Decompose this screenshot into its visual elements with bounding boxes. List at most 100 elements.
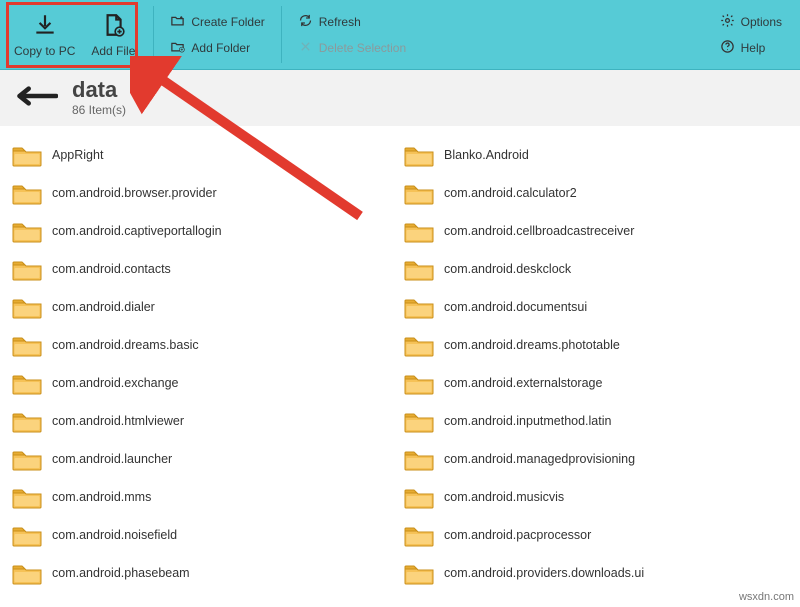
folder-label: com.android.deskclock bbox=[444, 262, 571, 276]
add-folder-label: Add Folder bbox=[191, 41, 250, 55]
folder-item[interactable]: AppRight bbox=[8, 136, 400, 174]
folder-label: com.android.providers.downloads.ui bbox=[444, 566, 644, 580]
refresh-button[interactable]: Refresh bbox=[292, 9, 412, 35]
folder-item[interactable]: Blanko.Android bbox=[400, 136, 792, 174]
header-text: data 86 Item(s) bbox=[72, 79, 126, 117]
folder-label: com.android.exchange bbox=[52, 376, 178, 390]
folder-icon bbox=[404, 523, 434, 547]
help-button[interactable]: Help bbox=[714, 35, 788, 61]
folder-item[interactable]: com.android.dreams.phototable bbox=[400, 326, 792, 364]
folder-item[interactable]: com.android.exchange bbox=[8, 364, 400, 402]
folder-icon bbox=[12, 447, 42, 471]
folder-item[interactable]: com.android.inputmethod.latin bbox=[400, 402, 792, 440]
folder-item[interactable]: com.android.calculator2 bbox=[400, 174, 792, 212]
folder-add-icon bbox=[170, 39, 185, 57]
folder-label: com.android.dialer bbox=[52, 300, 155, 314]
folder-item[interactable]: com.android.browser.provider bbox=[8, 174, 400, 212]
watermark: wsxdn.com bbox=[739, 591, 794, 603]
folder-item[interactable]: com.android.captiveportallogin bbox=[8, 212, 400, 250]
refresh-label: Refresh bbox=[319, 15, 361, 29]
folder-label: com.android.htmlviewer bbox=[52, 414, 184, 428]
create-folder-button[interactable]: Create Folder bbox=[164, 9, 270, 35]
refresh-icon bbox=[298, 13, 313, 31]
folder-icon bbox=[404, 143, 434, 167]
toolbar-group-main: Copy to PC Add File bbox=[0, 0, 149, 69]
location-header: data 86 Item(s) bbox=[0, 70, 800, 126]
folder-label: com.android.captiveportallogin bbox=[52, 224, 222, 238]
folder-label: com.android.documentsui bbox=[444, 300, 587, 314]
folder-item[interactable]: com.android.externalstorage bbox=[400, 364, 792, 402]
folder-item[interactable]: com.android.launcher bbox=[8, 440, 400, 478]
folder-icon bbox=[12, 181, 42, 205]
folder-icon bbox=[404, 409, 434, 433]
folder-item[interactable]: com.android.dialer bbox=[8, 288, 400, 326]
back-button[interactable] bbox=[14, 84, 58, 113]
folder-label: com.android.inputmethod.latin bbox=[444, 414, 611, 428]
folder-item[interactable]: com.android.htmlviewer bbox=[8, 402, 400, 440]
folder-icon bbox=[12, 295, 42, 319]
toolbar: Copy to PC Add File Create Folder bbox=[0, 0, 800, 70]
folder-icon bbox=[12, 409, 42, 433]
folder-new-icon bbox=[170, 13, 185, 31]
page-title: data bbox=[72, 79, 126, 101]
folder-label: com.android.dreams.basic bbox=[52, 338, 199, 352]
folder-label: com.android.mms bbox=[52, 490, 151, 504]
folder-icon bbox=[12, 143, 42, 167]
toolbar-separator bbox=[153, 6, 154, 63]
folder-icon bbox=[12, 485, 42, 509]
folder-item[interactable]: com.android.noisefield bbox=[8, 516, 400, 554]
folder-label: com.android.noisefield bbox=[52, 528, 177, 542]
folder-label: com.android.calculator2 bbox=[444, 186, 577, 200]
file-grid: AppRightcom.android.browser.providercom.… bbox=[0, 126, 800, 602]
copy-to-pc-button[interactable]: Copy to PC bbox=[6, 0, 83, 69]
folder-icon bbox=[12, 333, 42, 357]
copy-to-pc-label: Copy to PC bbox=[14, 44, 75, 58]
folder-label: com.android.pacprocessor bbox=[444, 528, 591, 542]
folder-item[interactable]: com.android.contacts bbox=[8, 250, 400, 288]
folder-item[interactable]: com.android.managedprovisioning bbox=[400, 440, 792, 478]
folder-label: com.android.externalstorage bbox=[444, 376, 602, 390]
options-button[interactable]: Options bbox=[714, 9, 788, 35]
folder-icon bbox=[12, 371, 42, 395]
folder-item[interactable]: com.android.mms bbox=[8, 478, 400, 516]
file-list-scroll[interactable]: AppRightcom.android.browser.providercom.… bbox=[0, 126, 800, 607]
folder-icon bbox=[404, 561, 434, 585]
folder-label: AppRight bbox=[52, 148, 103, 162]
toolbar-separator bbox=[281, 6, 282, 63]
folder-item[interactable]: com.android.pacprocessor bbox=[400, 516, 792, 554]
toolbar-group-folder: Create Folder Add Folder bbox=[158, 0, 276, 69]
folder-icon bbox=[404, 257, 434, 281]
folder-label: com.android.dreams.phototable bbox=[444, 338, 620, 352]
folder-label: com.android.launcher bbox=[52, 452, 172, 466]
folder-label: com.android.phasebeam bbox=[52, 566, 190, 580]
folder-icon bbox=[404, 485, 434, 509]
folder-label: com.android.contacts bbox=[52, 262, 171, 276]
folder-icon bbox=[404, 219, 434, 243]
folder-label: com.android.musicvis bbox=[444, 490, 564, 504]
folder-item[interactable]: com.android.cellbroadcastreceiver bbox=[400, 212, 792, 250]
folder-icon bbox=[404, 295, 434, 319]
delete-selection-label: Delete Selection bbox=[319, 41, 406, 55]
add-file-label: Add File bbox=[91, 44, 135, 58]
folder-icon bbox=[404, 333, 434, 357]
folder-item[interactable]: com.android.documentsui bbox=[400, 288, 792, 326]
folder-item[interactable]: com.android.providers.downloads.ui bbox=[400, 554, 792, 592]
folder-item[interactable]: com.android.musicvis bbox=[400, 478, 792, 516]
folder-icon bbox=[404, 181, 434, 205]
arrow-left-icon bbox=[14, 95, 58, 112]
folder-item[interactable]: com.android.phasebeam bbox=[8, 554, 400, 592]
add-folder-button[interactable]: Add Folder bbox=[164, 35, 270, 61]
delete-icon bbox=[298, 39, 313, 57]
toolbar-group-actions: Refresh Delete Selection bbox=[286, 0, 418, 69]
create-folder-label: Create Folder bbox=[191, 15, 264, 29]
gear-icon bbox=[720, 13, 735, 31]
folder-label: com.android.managedprovisioning bbox=[444, 452, 635, 466]
folder-item[interactable]: com.android.dreams.basic bbox=[8, 326, 400, 364]
folder-item[interactable]: com.android.deskclock bbox=[400, 250, 792, 288]
delete-selection-button[interactable]: Delete Selection bbox=[292, 35, 412, 61]
add-file-button[interactable]: Add File bbox=[83, 0, 143, 69]
folder-icon bbox=[404, 371, 434, 395]
help-icon bbox=[720, 39, 735, 57]
help-label: Help bbox=[741, 41, 766, 55]
folder-icon bbox=[404, 447, 434, 471]
